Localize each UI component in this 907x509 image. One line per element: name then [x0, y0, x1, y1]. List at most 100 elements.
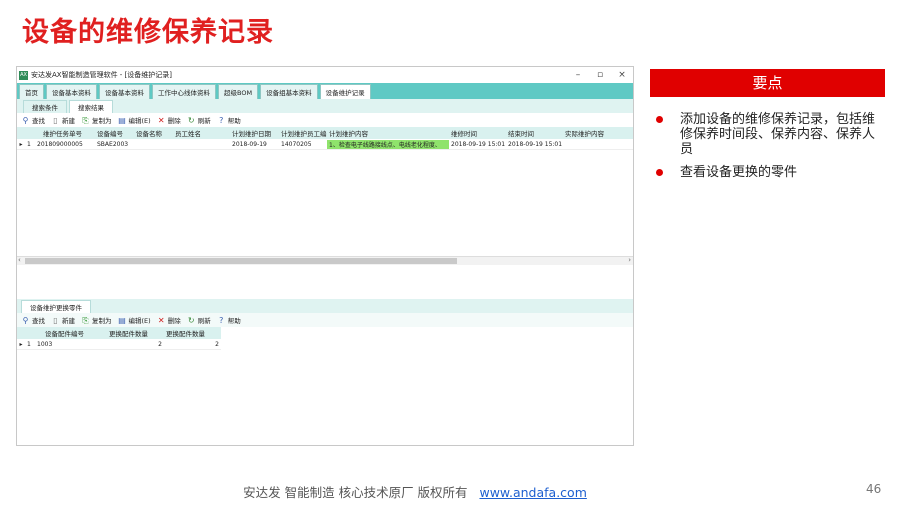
delete-label: 删除 [167, 117, 181, 125]
lower-help-button[interactable]: ? 帮助 [217, 315, 241, 326]
search-label: 查找 [32, 117, 45, 125]
tab-equipment-basic-2[interactable]: 设备基本资料 [99, 84, 150, 99]
bullet-text: 查看设备更换的零件 [680, 165, 798, 180]
key-points: 添加设备的维修保养记录，包括维修保养时间段、保养内容、保养人员 查看设备更换的零… [656, 112, 876, 188]
row-index: 1 [27, 340, 31, 348]
edit-icon: ▤ [118, 115, 126, 125]
refresh-button[interactable]: ↻ 刷新 [187, 115, 211, 126]
lower-edit-button[interactable]: ▤ 编辑(E) [118, 315, 151, 326]
subtab-search-results[interactable]: 搜索结果 [69, 100, 113, 113]
tab-workcenter[interactable]: 工作中心线体资料 [152, 84, 216, 99]
col-plan-employee-no[interactable]: 计划维护员工编号 [279, 128, 327, 138]
page-number: 46 [866, 482, 882, 496]
copy-icon: ⎘ [82, 115, 89, 125]
help-button[interactable]: ? 帮助 [217, 115, 241, 126]
lower-new-label: 新建 [62, 317, 75, 325]
lower-search-button[interactable]: ⚲ 查找 [21, 315, 45, 326]
sidebar-header: 要点 [650, 69, 885, 97]
bullet-item: 查看设备更换的零件 [656, 165, 876, 180]
col-replace-qty-2[interactable]: 更换配件数量 [164, 328, 221, 338]
bullet-item: 添加设备的维修保养记录，包括维修保养时间段、保养内容、保养人员 [656, 112, 876, 157]
window-title: 安达发AX智能制造管理软件 - [设备维护记录] [31, 71, 173, 79]
lower-copy-button[interactable]: ⎘ 复制为 [81, 315, 112, 326]
col-plan-date[interactable]: 计划维护日期 [230, 128, 279, 138]
help-label: 帮助 [227, 117, 241, 125]
cell-plan-employee-no: 14070205 [281, 140, 312, 148]
close-button[interactable]: × [611, 70, 633, 80]
restore-button[interactable]: ▫ [589, 70, 611, 80]
lower-search-label: 查找 [32, 317, 45, 325]
col-equipment-name[interactable]: 设备名称 [134, 128, 173, 138]
tab-replaced-parts[interactable]: 设备维护更换零件 [21, 300, 91, 313]
new-button[interactable]: ▯ 新建 [51, 115, 75, 126]
bullet-dot-icon [656, 169, 663, 176]
cell-task-no: 201809000005 [37, 140, 83, 148]
delete-icon: ✕ [157, 115, 165, 125]
minimize-button[interactable]: – [567, 70, 589, 80]
subtab-search-criteria[interactable]: 搜索条件 [23, 100, 67, 113]
delete-button[interactable]: ✕ 删除 [157, 115, 181, 126]
scroll-left-icon[interactable]: ‹ [18, 256, 21, 264]
lower-edit-label: 编辑(E) [128, 317, 151, 325]
footer-link[interactable]: www.andafa.com [479, 485, 586, 500]
row-pointer-icon: ▸ [19, 140, 23, 148]
cell-replace-qty: 2 [158, 340, 162, 348]
col-task-no[interactable]: 维护任务单号 [25, 128, 95, 138]
tab-equipment-basic-1[interactable]: 设备基本资料 [46, 84, 97, 99]
copy-icon: ⎘ [82, 315, 89, 325]
lower-delete-button[interactable]: ✕ 删除 [157, 315, 181, 326]
lower-refresh-label: 刷新 [197, 317, 211, 325]
table-row[interactable]: ▸ 1 1003 2 2 [17, 339, 221, 350]
col-plan-content[interactable]: 计划维护内容 [327, 128, 449, 138]
edit-icon: ▤ [118, 315, 126, 325]
cell-end-time: 2018-09-19 15:01 [508, 140, 563, 148]
sub-tabbar: 搜索条件 搜索结果 [17, 99, 633, 113]
slide-title: 设备的维修保养记录 [22, 17, 274, 48]
tab-maintenance-record[interactable]: 设备维护记录 [319, 84, 371, 99]
window-titlebar: AX 安达发AX智能制造管理软件 - [设备维护记录] – ▫ × [17, 67, 633, 83]
main-tabbar: 首页 设备基本资料 设备基本资料 工作中心线体资料 超级BOM 设备组基本资料 … [17, 83, 633, 99]
copy-button[interactable]: ⎘ 复制为 [81, 115, 111, 126]
refresh-icon: ↻ [187, 115, 195, 125]
lower-refresh-button[interactable]: ↻ 刷新 [187, 315, 211, 326]
col-replace-qty[interactable]: 更换配件数量 [107, 328, 164, 338]
search-button[interactable]: ⚲ 查找 [21, 115, 45, 126]
maintenance-grid: 维护任务单号 设备编号 设备名称 员工姓名 计划维护日期 计划维护员工编号 计划… [17, 127, 633, 256]
tab-equipment-group[interactable]: 设备组基本资料 [260, 84, 318, 99]
cell-plan-date: 2018-09-19 [232, 140, 267, 148]
col-equipment-code[interactable]: 设备编号 [95, 128, 134, 138]
row-pointer-icon: ▸ [19, 340, 23, 348]
lower-copy-label: 复制为 [92, 317, 112, 325]
col-actual-content[interactable]: 实际维护内容 [563, 128, 623, 138]
refresh-label: 刷新 [197, 117, 211, 125]
row-index: 1 [27, 140, 31, 148]
new-doc-icon: ▯ [53, 315, 58, 325]
col-end-time[interactable]: 结束时间 [506, 128, 563, 138]
col-employee-name[interactable]: 员工姓名 [173, 128, 230, 138]
tab-super-bom[interactable]: 超级BOM [218, 84, 259, 99]
col-part-no[interactable]: 设备配件编号 [25, 328, 107, 338]
horizontal-scrollbar[interactable]: ‹ › [17, 256, 633, 265]
lower-tabbar: 设备维护更换零件 [17, 299, 633, 313]
lower-panel: 设备维护更换零件 ⚲ 查找 ▯ 新建 ⎘ 复制为 ▤ 编辑(E) ✕ 删除 ↻ 刷新 ? 帮助… [17, 299, 633, 445]
parts-grid: 设备配件编号 更换配件数量 更换配件数量 ▸ 1 1003 2 2 [17, 327, 633, 427]
lower-new-button[interactable]: ▯ 新建 [51, 315, 75, 326]
app-logo-icon: AX [19, 70, 28, 80]
col-repair-time[interactable]: 维修时间 [449, 128, 506, 138]
cell-equipment-code: SBAE2003 [97, 140, 129, 148]
cell-plan-content: 1、检查电子线路接线点、电线老化程度、 [327, 139, 449, 149]
grid-header: 维护任务单号 设备编号 设备名称 员工姓名 计划维护日期 计划维护员工编号 计划… [17, 127, 633, 139]
scroll-right-icon[interactable]: › [628, 256, 631, 264]
help-icon: ? [219, 115, 224, 125]
edit-label: 编辑(E) [128, 117, 151, 125]
footer-text: 安达发 智能制造 核心技术原厂 版权所有 [243, 485, 468, 500]
cell-replace-qty-2: 2 [215, 340, 219, 348]
bullet-dot-icon [656, 116, 663, 123]
edit-button[interactable]: ▤ 编辑(E) [118, 115, 151, 126]
tab-home[interactable]: 首页 [19, 84, 44, 99]
cell-part-no: 1003 [37, 340, 53, 348]
scrollbar-thumb[interactable] [25, 258, 457, 264]
delete-icon: ✕ [157, 315, 165, 325]
table-row[interactable]: ▸ 1 201809000005 SBAE2003 2018-09-19 140… [17, 139, 633, 150]
parts-grid-header: 设备配件编号 更换配件数量 更换配件数量 [17, 327, 221, 339]
